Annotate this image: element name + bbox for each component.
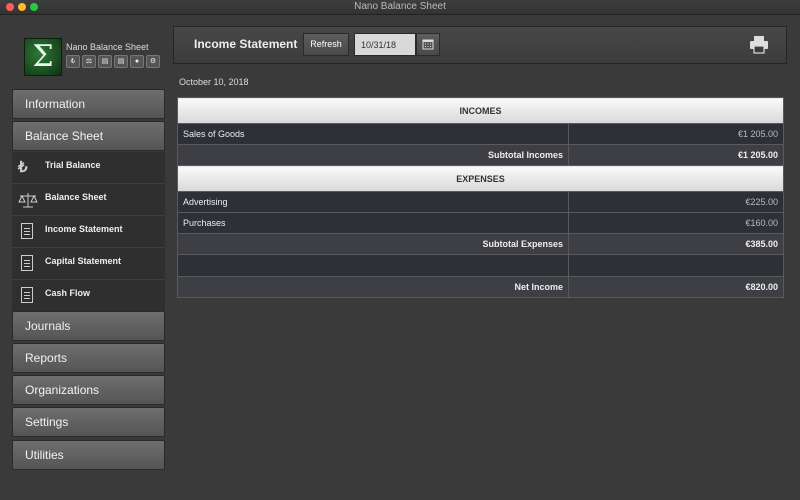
subtotal-expenses-label: Subtotal Expenses — [177, 233, 569, 255]
expenses-header: EXPENSES — [177, 165, 784, 192]
account-name: Purchases — [177, 212, 569, 234]
sidebar-item-balance-sheet[interactable]: Balance Sheet — [12, 121, 165, 151]
sidebar-item-journals[interactable]: Journals — [12, 311, 165, 341]
scale-icon — [18, 191, 38, 209]
sigma-logo-icon: Σ — [24, 38, 62, 76]
submenu-item-cash-flow[interactable]: Cash Flow — [12, 280, 165, 311]
brand-name: Nano Balance Sheet — [66, 42, 149, 52]
sidebar-item-information[interactable]: Information — [12, 89, 165, 119]
net-income-row: Net Income €820.00 — [177, 276, 784, 298]
document-icon[interactable]: ▤ — [114, 55, 128, 68]
document-icon[interactable]: ▤ — [98, 55, 112, 68]
brand: Σ Nano Balance Sheet ₺ ⚖ ▤ ▤ ● ⚙ — [12, 26, 166, 86]
expenses-header-row: EXPENSES — [177, 165, 784, 192]
submenu-item-trial-balance[interactable]: ₺ Trial Balance — [12, 152, 165, 184]
net-income-label: Net Income — [177, 276, 569, 298]
page-title: Income Statement — [194, 37, 298, 51]
submenu-item-income-statement[interactable]: Income Statement — [12, 216, 165, 248]
submenu-item-label: Cash Flow — [45, 288, 91, 298]
subtotal-incomes-label: Subtotal Incomes — [177, 144, 569, 166]
subtotal-incomes-row: Subtotal Incomes €1 205.00 — [177, 144, 784, 166]
report-date: October 10, 2018 — [179, 77, 249, 87]
spacer-cell — [177, 254, 569, 277]
gears-icon[interactable]: ⚙ — [146, 55, 160, 68]
date-field[interactable] — [354, 33, 416, 56]
sidebar: Σ Nano Balance Sheet ₺ ⚖ ▤ ▤ ● ⚙ Informa… — [12, 26, 166, 470]
balance-sheet-submenu: ₺ Trial Balance Balance Sheet Income Sta… — [12, 152, 165, 311]
submenu-item-balance-sheet[interactable]: Balance Sheet — [12, 184, 165, 216]
print-button[interactable] — [748, 35, 770, 55]
subtotal-expenses-amount: €385.00 — [568, 233, 784, 255]
account-amount: €225.00 — [568, 191, 784, 213]
account-name: Advertising — [177, 191, 569, 213]
account-name: Sales of Goods — [177, 123, 569, 145]
spacer-cell — [568, 254, 784, 277]
submenu-item-label: Capital Statement — [45, 256, 122, 266]
printer-icon — [750, 36, 768, 54]
sidebar-item-utilities[interactable]: Utilities — [12, 440, 165, 470]
account-amount: €1 205.00 — [568, 123, 784, 145]
subtotal-incomes-amount: €1 205.00 — [568, 144, 784, 166]
document-icon — [18, 223, 36, 241]
subtotal-expenses-row: Subtotal Expenses €385.00 — [177, 233, 784, 255]
brand-quick-icons: ₺ ⚖ ▤ ▤ ● ⚙ — [66, 55, 160, 68]
table-row[interactable]: Purchases €160.00 — [177, 212, 784, 234]
income-statement-table: INCOMES Sales of Goods €1 205.00 Subtota… — [177, 97, 784, 298]
window-titlebar: Nano Balance Sheet — [0, 0, 800, 15]
lira-icon[interactable]: ₺ — [66, 55, 80, 68]
toolbar: Income Statement Refresh — [173, 26, 787, 64]
users-icon[interactable]: ● — [130, 55, 144, 68]
incomes-header-row: INCOMES — [177, 97, 784, 124]
sidebar-item-settings[interactable]: Settings — [12, 407, 165, 437]
calendar-icon — [422, 39, 434, 50]
submenu-item-label: Balance Sheet — [45, 192, 107, 202]
calendar-button[interactable] — [416, 33, 440, 56]
lira-icon: ₺ — [18, 159, 28, 176]
submenu-item-capital-statement[interactable]: Capital Statement — [12, 248, 165, 280]
submenu-item-label: Income Statement — [45, 224, 123, 234]
document-icon — [18, 255, 36, 273]
document-icon — [18, 287, 36, 305]
spacer-row — [177, 254, 784, 277]
net-income-amount: €820.00 — [568, 276, 784, 298]
sidebar-item-organizations[interactable]: Organizations — [12, 375, 165, 405]
account-amount: €160.00 — [568, 212, 784, 234]
window-title: Nano Balance Sheet — [354, 1, 446, 12]
table-row[interactable]: Sales of Goods €1 205.00 — [177, 123, 784, 145]
sidebar-item-reports[interactable]: Reports — [12, 343, 165, 373]
scale-icon[interactable]: ⚖ — [82, 55, 96, 68]
incomes-header: INCOMES — [177, 97, 784, 124]
refresh-button[interactable]: Refresh — [303, 33, 349, 56]
table-row[interactable]: Advertising €225.00 — [177, 191, 784, 213]
submenu-item-label: Trial Balance — [45, 160, 101, 170]
